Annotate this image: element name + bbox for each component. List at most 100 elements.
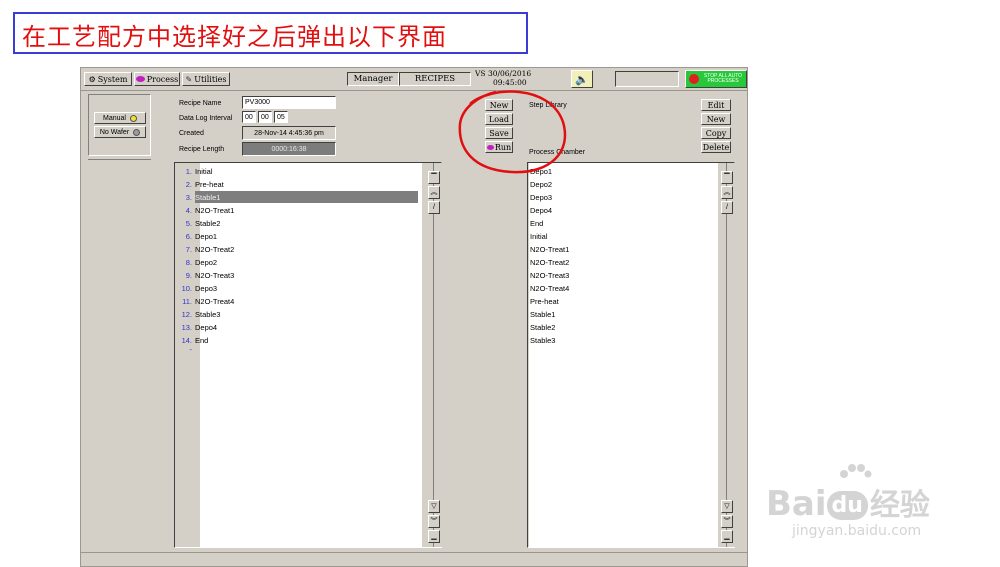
interval-seconds-input[interactable]: 05 [274,111,288,123]
step-row[interactable]: 1. Initial [175,165,425,178]
scroll-page-down-icon[interactable]: ︾ [428,515,440,528]
recipe-name-label: Recipe Name [179,100,222,107]
library-step-item[interactable]: Pre-heat [530,295,559,308]
library-scroll-page-up-icon[interactable]: ︽ [721,186,733,199]
recipes-window: ⚙ System Process ✎ Utilities Manager RECIP… [80,67,748,567]
scroll-down-icon[interactable]: ▽ [428,500,440,513]
step-name: End [195,336,209,345]
step-name: Depo4 [195,323,218,332]
step-name: Pre-heat [195,180,224,189]
library-step-item[interactable]: Depo4 [530,204,552,217]
scroll-page-up-icon[interactable]: ︽ [428,186,440,199]
copy-step-button[interactable]: Copy [701,127,731,139]
utilities-label: Utilities [194,74,227,84]
step-name: Initial [195,167,213,176]
step-number: 8. [185,258,192,267]
library-step-item[interactable]: N2O-Treat1 [530,243,569,256]
process-button[interactable]: Process [134,72,180,86]
instruction-text: 在工艺配方中选择好之后弹出以下界面 [22,23,447,51]
watermark-du: du [826,491,868,520]
step-number: 7. [185,245,192,254]
stop-all-label: STOP ALL AUTO PROCESSES [703,73,743,84]
new-step-button[interactable]: New [701,113,731,125]
stop-all-button[interactable]: STOP ALL AUTO PROCESSES [685,70,747,88]
step-row[interactable]: 9. N2O-Treat3 [175,269,425,282]
system-icon: ⚙ [88,74,96,84]
no-wafer-button[interactable]: No Wafer [94,126,146,138]
speaker-icon: 🔈 [575,72,589,86]
utilities-icon: ✎ [185,74,193,84]
step-row[interactable]: 12. Stable3 [175,308,425,321]
step-row[interactable]: 4. N2O-Treat1 [175,204,425,217]
mode-panel [88,94,151,156]
step-name: Stable3 [195,310,221,319]
library-scroll-down-icon[interactable]: ▽ [721,500,733,513]
library-step-item[interactable]: Stable3 [530,334,555,347]
scroll-up-icon[interactable]: / [428,201,440,214]
step-name: Stable1 [195,193,221,202]
edit-step-button[interactable]: Edit [701,99,731,111]
recipe-length-label: Recipe Length [179,146,225,153]
step-row[interactable]: 11. N2O-Treat4 [175,295,425,308]
step-name: Depo1 [195,232,218,241]
user-display: Manager [347,72,399,86]
library-scroll-up-icon[interactable]: / [721,201,733,214]
manual-button[interactable]: Manual [94,112,146,124]
library-step-item[interactable]: Stable1 [530,308,555,321]
step-name: Depo2 [195,258,218,267]
step-name: N2O-Treat2 [195,245,235,254]
recipe-steps-scrollbar[interactable]: ▔ ︽ / ▽ ︾ ▁ [426,163,442,547]
created-label: Created [179,130,204,137]
library-scrollbar-track [726,163,727,547]
library-step-item[interactable]: N2O-Treat3 [530,269,569,282]
delete-step-button[interactable]: Delete [701,141,731,153]
step-name: Depo3 [195,284,218,293]
no-wafer-label: No Wafer [99,128,130,136]
watermark-url: jingyan.baidu.com [792,523,922,539]
step-name: Stable2 [195,219,221,228]
mode-divider [88,159,151,160]
system-button[interactable]: ⚙ System [84,72,132,86]
recipe-name-input[interactable]: PV3000 [242,96,336,109]
interval-minutes-input[interactable]: 00 [258,111,272,123]
step-number: 11. [182,297,192,306]
created-value: 28-Nov-14 4:45:36 pm [242,126,336,140]
step-row[interactable]: 14. End [175,334,425,347]
step-row[interactable]: 3. Stable1 [175,191,425,204]
step-row[interactable]: 7. N2O-Treat2 [175,243,425,256]
step-row[interactable]: 5. Stable2 [175,217,425,230]
scroll-bottom-icon[interactable]: ▁ [428,530,440,543]
process-label: Process [146,74,179,84]
step-row[interactable]: 10. Depo3 [175,282,425,295]
library-step-item[interactable]: Depo3 [530,191,552,204]
library-step-item[interactable]: N2O-Treat4 [530,282,569,295]
datetime-top: VS 30/06/2016 [475,69,532,78]
scroll-top-icon[interactable]: ▔ [428,171,440,184]
library-scroll-top-icon[interactable]: ▔ [721,171,733,184]
library-step-item[interactable]: End [530,217,543,230]
recipe-steps-frame: 1. Initial 2. Pre-heat 3. Stable1 4. N2O-Treat1… [174,162,442,548]
step-row[interactable]: 6. Depo1 [175,230,425,243]
step-row[interactable]: 13. Depo4 [175,321,425,334]
library-steps-scrollbar[interactable]: ▔ ︽ / ▽ ︾ ▁ [719,163,735,547]
library-step-item[interactable]: Initial [530,230,548,243]
step-row[interactable]: 8. Depo2 [175,256,425,269]
wafer-indicator-icon [133,128,141,136]
library-step-item[interactable]: N2O-Treat2 [530,256,569,269]
step-number: 1. [185,167,192,176]
step-row[interactable]: 2. Pre-heat [175,178,425,191]
stop-icon [689,74,699,84]
process-icon [135,76,145,82]
watermark-paw-icon [840,464,872,478]
utilities-button[interactable]: ✎ Utilities [182,72,230,86]
step-number: 13. [181,323,192,332]
library-scroll-bottom-icon[interactable]: ▁ [721,530,733,543]
step-number: 2. [185,180,192,189]
step-number: 4. [185,206,192,215]
interval-hours-input[interactable]: 00 [242,111,256,123]
library-scroll-page-down-icon[interactable]: ︾ [721,515,733,528]
library-step-item[interactable]: Stable2 [530,321,555,334]
step-number: 9. [185,271,192,280]
manual-indicator-icon [129,114,137,122]
watermark-logo: Bai du 经验 [766,480,930,524]
